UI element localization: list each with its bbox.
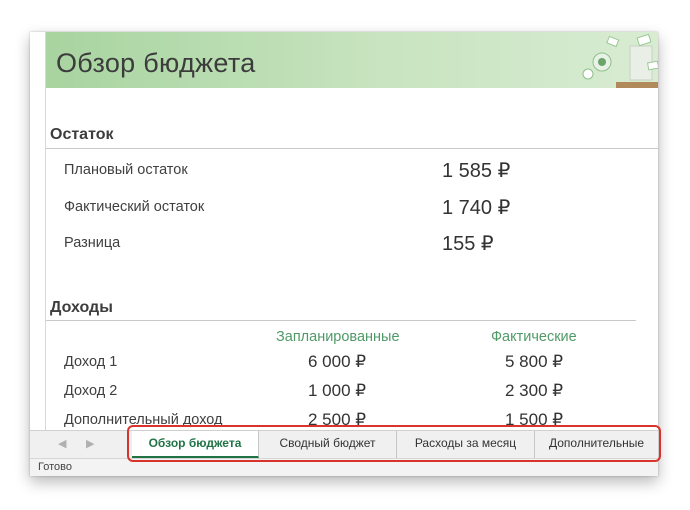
status-text: Готово [38,461,72,473]
spreadsheet-window: Обзор бюджета Остаток Плановый остаток 1… [30,32,658,476]
scroll-tabs-left-icon[interactable]: ◀ [58,437,66,450]
row-header-strip [30,32,46,430]
tabs-highlight-box [127,425,661,462]
difference-label: Разница [64,235,121,251]
scroll-tabs-right-icon[interactable]: ▶ [86,437,94,450]
income-row-planned: 1 000 ₽ [308,381,367,400]
actual-balance-label: Фактический остаток [64,199,205,215]
planned-column-header: Запланированные [276,329,400,345]
income-heading: Доходы [50,299,113,316]
balance-divider [46,148,658,149]
planned-balance-label: Плановый остаток [64,162,188,178]
balance-heading: Остаток [50,126,114,143]
income-row-actual: 2 300 ₽ [505,381,564,400]
screenshot: Обзор бюджета Остаток Плановый остаток 1… [0,0,690,510]
difference-value: 155 ₽ [442,233,494,255]
planned-balance-value: 1 585 ₽ [442,160,511,182]
income-row-actual: 5 800 ₽ [505,352,564,371]
income-row-planned: 6 000 ₽ [308,352,367,371]
banner-title: Обзор бюджета [56,48,256,78]
actual-balance-value: 1 740 ₽ [442,197,511,219]
income-row-label: Доход 1 [64,354,118,370]
income-divider [46,320,636,321]
money-decoration-icon [582,33,658,88]
header-banner: Обзор бюджета [46,32,658,88]
actual-column-header: Фактические [491,329,577,345]
income-row-label: Доход 2 [64,383,118,399]
